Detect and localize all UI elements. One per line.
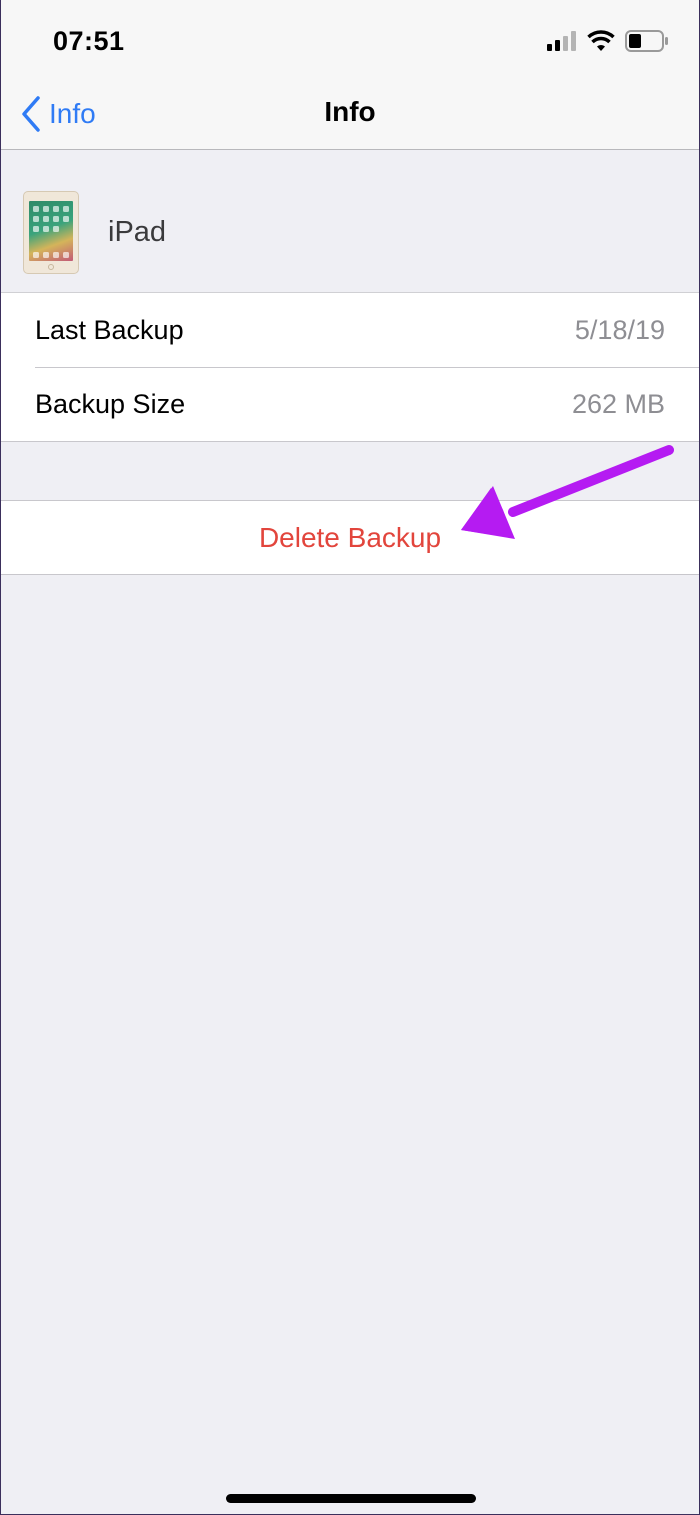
page-title: Info (324, 96, 376, 127)
device-name: iPad (108, 216, 167, 248)
backup-size-row: Backup Size 262 MB (1, 367, 699, 441)
backup-size-label: Backup Size (35, 388, 186, 419)
status-time: 07:51 (53, 26, 125, 56)
ipad-thumbnail-icon (23, 191, 79, 274)
device-header: iPad (1, 150, 699, 293)
backup-size-value: 262 MB (571, 388, 665, 419)
last-backup-value: 5/18/19 (574, 314, 665, 345)
backup-info-list: Last Backup 5/18/19 Backup Size 262 MB (1, 293, 699, 442)
home-indicator (226, 1494, 476, 1503)
last-backup-label: Last Backup (35, 314, 184, 345)
status-bar: 07:51 (1, 0, 699, 80)
annotation-arrow-icon (461, 445, 674, 539)
battery-icon (625, 30, 668, 52)
delete-backup-label: Delete Backup (258, 521, 442, 553)
wifi-icon (587, 30, 615, 51)
signal-icon (547, 31, 576, 51)
last-backup-row: Last Backup 5/18/19 (1, 293, 699, 367)
status-icons (547, 30, 669, 52)
navigation-bar: Info Info (1, 80, 699, 150)
